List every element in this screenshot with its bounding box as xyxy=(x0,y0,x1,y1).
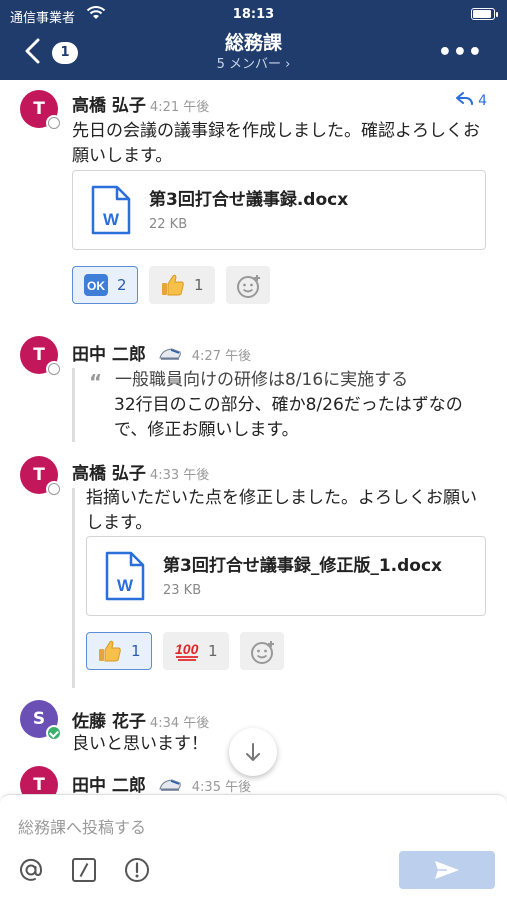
author-name[interactable]: 高橋 弘子 4:21 午後 xyxy=(72,91,209,116)
thread-indicator xyxy=(72,488,75,688)
reaction-ok[interactable]: OK 2 xyxy=(72,266,138,304)
channel-header: 通信事業者 18:13 1 総務課 5 メンバー › ••• xyxy=(0,0,507,80)
bullet-train-icon xyxy=(159,348,181,360)
send-icon xyxy=(435,861,459,879)
message-composer xyxy=(0,794,507,900)
thumbs-up-emoji xyxy=(162,274,184,296)
svg-text:100: 100 xyxy=(175,641,199,657)
member-count-link[interactable]: 5 メンバー › xyxy=(0,53,507,72)
ok-button-emoji: OK xyxy=(84,274,108,296)
scroll-to-bottom-button[interactable] xyxy=(229,728,277,776)
message-text: 指摘いただいた点を修正しました。よろしくお願いします。 xyxy=(86,488,477,533)
quote-icon: “ xyxy=(89,370,103,394)
reply-icon xyxy=(455,92,473,105)
svg-text:OK: OK xyxy=(87,279,105,293)
message-feed[interactable]: T 高橋 弘子 4:21 午後 4 先日の会議の議事録を作成しました。確認よろしく… xyxy=(0,80,507,794)
avatar[interactable]: T xyxy=(20,766,58,794)
message-text: 良いと思います！ xyxy=(72,734,208,754)
svg-text:W: W xyxy=(103,210,120,229)
message-time: 4:35 午後 xyxy=(191,780,252,794)
message-time: 4:27 午後 xyxy=(191,349,252,364)
alert-circle-icon xyxy=(125,858,149,882)
presence-away-icon xyxy=(46,481,62,497)
slash-command-button[interactable] xyxy=(69,855,99,885)
avatar[interactable]: T xyxy=(20,336,62,377)
author-name[interactable]: 高橋 弘子 4:33 午後 xyxy=(72,459,209,484)
message-text: 先日の会議の議事録を作成しました。確認よろしくお願いします。 xyxy=(72,121,480,166)
at-sign-icon xyxy=(20,858,43,881)
arrow-down-icon xyxy=(246,743,260,761)
channel-title: 総務課 xyxy=(224,32,282,54)
reaction-thumbs-up[interactable]: 1 xyxy=(149,266,215,304)
presence-online-icon xyxy=(46,725,62,741)
word-file-icon: W xyxy=(105,551,145,601)
quoted-text: 一般職員向けの研修は8/16に実施する xyxy=(115,370,409,390)
author-name[interactable]: 田中 二郎 4:27 午後 xyxy=(72,340,251,365)
file-size: 22 KB xyxy=(149,217,188,232)
message-item: T 高橋 弘子 4:21 午後 4 先日の会議の議事録を作成しました。確認よろしく… xyxy=(0,80,507,320)
reply-count-button[interactable]: 4 xyxy=(455,92,487,109)
bullet-train-icon xyxy=(159,779,181,791)
add-reaction-button[interactable] xyxy=(240,632,284,670)
message-time: 4:33 午後 xyxy=(149,468,210,483)
add-reaction-button[interactable] xyxy=(226,266,270,304)
reaction-hundred[interactable]: 100 1 xyxy=(163,632,229,670)
reaction-thumbs-up[interactable]: 1 xyxy=(86,632,152,670)
message-item: T 田中 二郎 4:27 午後 “ 一般職員向けの研修は8/16に実施する 32… xyxy=(0,332,507,444)
slash-command-icon xyxy=(72,858,96,882)
add-emoji-icon xyxy=(251,641,274,664)
word-file-icon: W xyxy=(91,185,131,235)
thumbs-up-emoji xyxy=(99,640,121,662)
avatar[interactable]: T xyxy=(20,456,62,497)
message-text: 32行目のこの部分、確か8/26だったはずなので、修正お願いします。 xyxy=(114,395,463,440)
send-button[interactable] xyxy=(399,851,495,889)
file-size: 23 KB xyxy=(163,583,202,598)
hundred-points-emoji: 100 xyxy=(175,641,199,661)
file-attachment[interactable]: W 第3回打合せ議事録.docx 22 KB xyxy=(72,170,486,250)
status-time: 18:13 xyxy=(232,7,275,22)
add-emoji-icon xyxy=(237,275,260,298)
avatar[interactable]: S xyxy=(20,700,62,741)
author-name[interactable]: 佐藤 花子 4:34 午後 xyxy=(72,707,209,732)
message-time: 4:21 午後 xyxy=(149,100,210,115)
reaction-bar: OK 2 1 xyxy=(72,266,332,304)
presence-away-icon xyxy=(46,361,62,377)
more-options-icon[interactable]: ••• xyxy=(438,40,483,65)
file-name: 第3回打合せ議事録_修正版_1.docx xyxy=(163,556,443,576)
reaction-bar: 1 100 1 xyxy=(86,632,346,670)
message-time: 4:34 午後 xyxy=(149,716,210,731)
file-name: 第3回打合せ議事録.docx xyxy=(149,190,349,210)
presence-away-icon xyxy=(46,115,62,131)
message-item: T 高橋 弘子 4:33 午後 指摘いただいた点を修正しました。よろしくお願いしま… xyxy=(0,452,507,692)
battery-icon xyxy=(471,8,498,20)
author-name[interactable]: 田中 二郎 4:35 午後 xyxy=(72,771,251,794)
avatar[interactable]: T xyxy=(20,90,62,131)
status-bar: 通信事業者 18:13 xyxy=(0,5,507,26)
svg-text:W: W xyxy=(117,576,134,595)
file-attachment[interactable]: W 第3回打合せ議事録_修正版_1.docx 23 KB xyxy=(86,536,486,616)
mention-button[interactable] xyxy=(16,855,46,885)
priority-button[interactable] xyxy=(122,855,152,885)
post-input[interactable] xyxy=(18,815,488,839)
